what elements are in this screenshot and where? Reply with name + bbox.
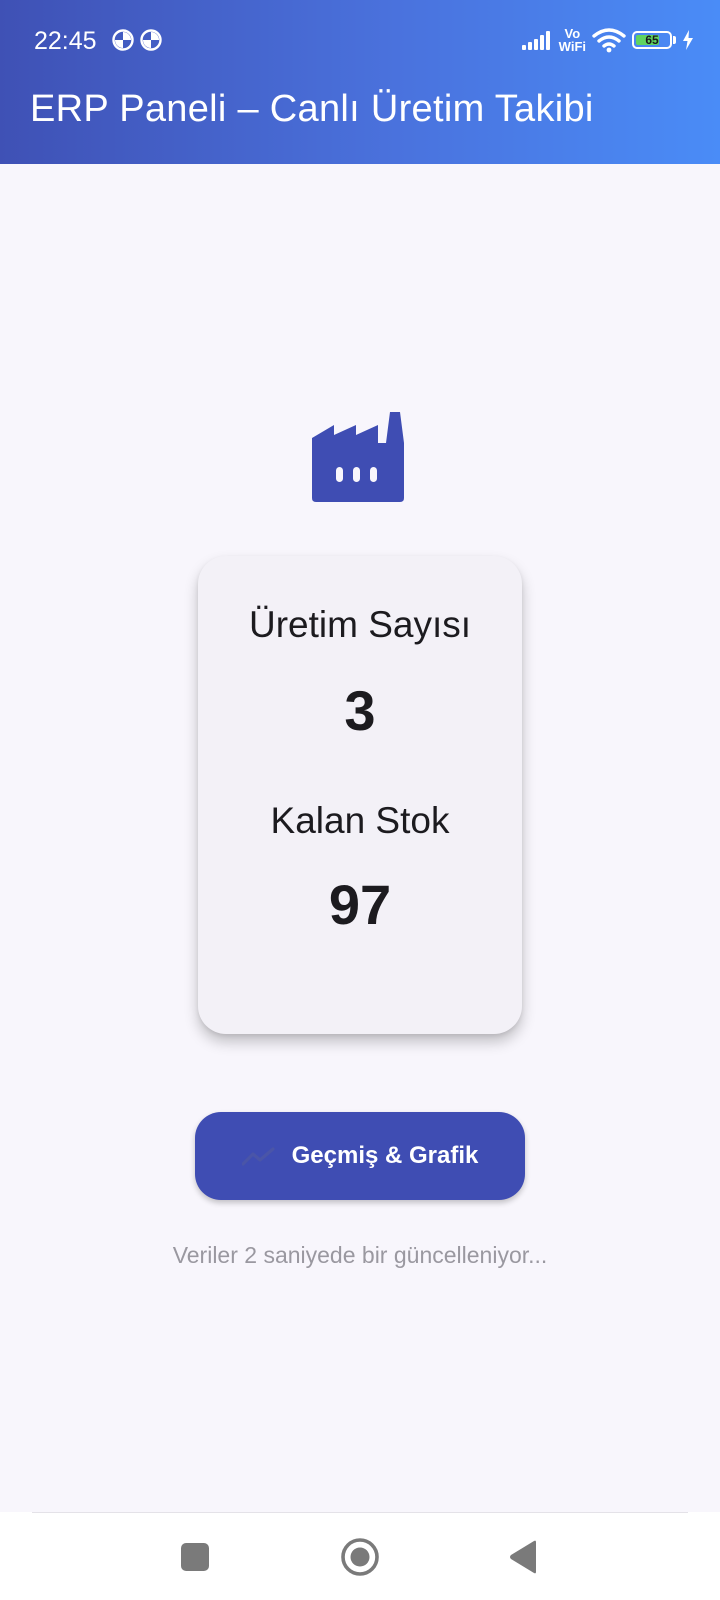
status-time: 22:45 — [34, 27, 97, 55]
history-chart-button[interactable]: Geçmiş & Grafik — [195, 1112, 525, 1200]
notification-icon — [140, 29, 162, 51]
battery-tip — [673, 36, 676, 44]
history-chart-button-label: Geçmiş & Grafik — [291, 1142, 479, 1169]
notification-icon — [112, 29, 134, 51]
system-nav-bar — [0, 1512, 720, 1600]
home-button[interactable] — [337, 1534, 383, 1580]
production-count-value: 3 — [344, 679, 376, 742]
trending-up-icon — [241, 1147, 275, 1166]
remaining-stock-value: 97 — [328, 873, 392, 936]
battery-icon: 65 — [632, 31, 672, 49]
home-icon — [341, 1538, 379, 1576]
battery-level: 65 — [645, 33, 659, 47]
signal-icon — [521, 31, 550, 50]
status-indicators: Vo WiFi 65 — [521, 24, 694, 56]
remaining-stock-label: Kalan Stok — [270, 800, 450, 841]
back-icon — [510, 1540, 536, 1574]
recents-icon — [181, 1543, 209, 1571]
volte-label-bottom: WiFi — [558, 39, 586, 54]
wifi-icon — [592, 28, 626, 53]
update-interval-note: Veriler 2 saniyede bir güncelleniyor... — [172, 1242, 548, 1268]
back-button[interactable] — [500, 1534, 546, 1580]
production-count-label: Üretim Sayısı — [248, 604, 472, 645]
app-header: 22:45 Vo WiFi 65 ERP Paneli – Canlı Üret… — [0, 0, 720, 164]
charging-icon — [683, 30, 693, 50]
factory-icon — [312, 412, 404, 502]
production-stats-card: Üretim Sayısı 3 Kalan Stok 97 — [198, 556, 522, 1034]
recents-button[interactable] — [172, 1534, 218, 1580]
app-title: ERP Paneli – Canlı Üretim Takibi — [30, 88, 594, 130]
volte-icon: Vo WiFi — [559, 27, 586, 53]
nav-divider — [32, 1512, 688, 1513]
status-bar: 22:45 Vo WiFi 65 — [0, 0, 720, 84]
